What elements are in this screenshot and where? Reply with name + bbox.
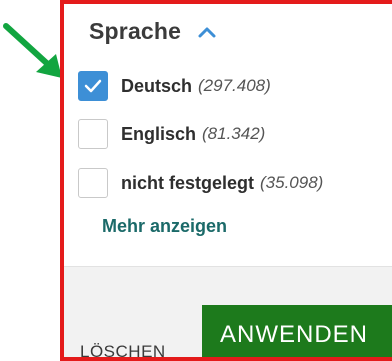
checkbox-englisch[interactable] bbox=[78, 119, 108, 149]
option-englisch[interactable]: Englisch (81.342) bbox=[78, 119, 265, 149]
checkbox-nicht-festgelegt[interactable] bbox=[78, 168, 108, 198]
option-count: (297.408) bbox=[198, 76, 271, 95]
apply-button[interactable]: ANWENDEN bbox=[202, 305, 392, 357]
clear-button[interactable]: LÖSCHEN bbox=[80, 342, 166, 357]
filter-title: Sprache bbox=[89, 18, 182, 44]
filter-footer: LÖSCHEN ANWENDEN bbox=[64, 266, 392, 357]
checkmark-icon bbox=[84, 79, 102, 93]
show-more-link[interactable]: Mehr anzeigen bbox=[102, 216, 227, 237]
option-label: Englisch bbox=[121, 123, 197, 144]
option-count: (35.098) bbox=[260, 173, 324, 192]
option-label: Deutsch bbox=[121, 75, 193, 96]
option-label: nicht festgelegt bbox=[121, 172, 255, 193]
checkbox-deutsch[interactable] bbox=[78, 71, 108, 101]
filter-header[interactable]: Sprache bbox=[89, 18, 217, 45]
filter-body: Sprache Deutsch (297.408) Englisch (81.3… bbox=[64, 4, 392, 266]
language-filter-panel: Sprache Deutsch (297.408) Englisch (81.3… bbox=[60, 0, 392, 361]
screenshot-stage: Sprache Deutsch (297.408) Englisch (81.3… bbox=[0, 0, 392, 361]
option-deutsch[interactable]: Deutsch (297.408) bbox=[78, 71, 271, 101]
option-count: (81.342) bbox=[202, 124, 266, 143]
option-nicht-festgelegt[interactable]: nicht festgelegt (35.098) bbox=[78, 168, 323, 198]
chevron-up-icon[interactable] bbox=[197, 25, 217, 39]
